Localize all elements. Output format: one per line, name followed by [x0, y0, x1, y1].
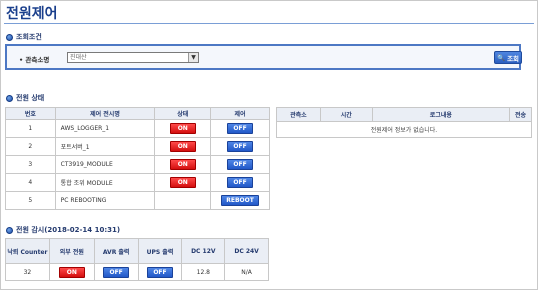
control-cell: OFF [210, 119, 270, 138]
empty-log-message: 전원제어 정보가 없습니다. [276, 121, 532, 138]
column-header-transmit: 전송 [509, 107, 532, 122]
row-number: 1 [5, 119, 56, 138]
device-name: PC REBOOTING [54, 191, 156, 210]
page-title: 전원제어 [6, 6, 58, 22]
station-select-value: 진대산 [70, 54, 87, 61]
bullet-icon [6, 226, 13, 234]
column-header-ups-output: UPS 출력 [137, 238, 183, 264]
search-section-title: 조회조건 [16, 33, 42, 41]
table-row: 1 AWS_LOGGER_1 ON OFF [5, 119, 270, 138]
table-row: 5 PC REBOOTING REBOOT [5, 191, 270, 210]
state-on-badge: ON [169, 123, 196, 134]
dc24v-value: N/A [224, 263, 269, 281]
power-monitor-section-header: 전원 감시(2018-02-14 10:31) [6, 225, 120, 235]
state-cell: ON [154, 119, 212, 138]
title-divider [4, 23, 534, 24]
control-cell: REBOOT [210, 191, 270, 210]
power-off-button[interactable]: OFF [227, 123, 254, 134]
ups-off-badge: OFF [146, 266, 173, 278]
ups-output-cell: OFF [137, 263, 183, 281]
table-row: 전원제어 정보가 없습니다. [276, 121, 532, 138]
device-name: CT3919_MODULE [54, 155, 156, 174]
search-icon: 🔍 [496, 53, 506, 62]
lightning-counter-value: 32 [5, 263, 50, 281]
row-number: 3 [5, 155, 56, 174]
control-cell: OFF [210, 137, 270, 156]
table-row: 3 CT3919_MODULE ON OFF [5, 155, 270, 174]
table-row: 4 통합 조위 MODULE ON OFF [5, 173, 270, 192]
device-name: 포트서버_1 [54, 137, 156, 156]
chevron-down-icon[interactable]: ▼ [188, 53, 198, 62]
column-header-number: 번호 [5, 107, 56, 120]
power-status-section-header: 전원 상태 [6, 93, 44, 103]
state-on-badge: ON [169, 177, 196, 188]
row-number: 2 [5, 137, 56, 156]
bullet-icon [6, 33, 13, 41]
table-header-row: 번호 제어 전시명 상태 제어 [5, 107, 270, 120]
power-monitor-table: 낙뢰 Counter 외부 전원 AVR 출력 UPS 출력 DC 12V DC… [5, 238, 269, 281]
search-section-header: 조회조건 [6, 32, 42, 42]
device-name: AWS_LOGGER_1 [54, 119, 156, 138]
external-power-cell: ON [48, 263, 95, 281]
search-button-label: 조회 [507, 54, 520, 63]
station-select[interactable]: 진대산 ▼ [67, 52, 199, 63]
column-header-log-content: 로그내용 [371, 107, 511, 122]
row-number: 5 [5, 191, 56, 210]
external-power-on-badge: ON [58, 266, 85, 278]
column-header-dc24v: DC 24V [224, 238, 269, 264]
state-cell: ON [154, 155, 212, 174]
power-status-section-title: 전원 상태 [16, 94, 45, 102]
column-header-lightning-counter: 낙뢰 Counter [5, 238, 50, 264]
table-row: 2 포트서버_1 ON OFF [5, 137, 270, 156]
table-row: 32 ON OFF OFF 12.8 N/A [5, 263, 269, 281]
table-header-row: 낙뢰 Counter 외부 전원 AVR 출력 UPS 출력 DC 12V DC… [5, 238, 269, 264]
column-header-time: 시간 [319, 107, 373, 122]
power-off-button[interactable]: OFF [227, 159, 254, 170]
column-header-station: 관측소 [276, 107, 321, 122]
search-box: • 관측소명 진대산 ▼ 🔍 조회 [5, 44, 522, 70]
table-header-row: 관측소 시간 로그내용 전송 [276, 107, 532, 122]
column-header-control: 제어 [210, 107, 270, 120]
bullet-icon [6, 94, 13, 102]
control-cell: OFF [210, 173, 270, 192]
column-header-dc12v: DC 12V [181, 238, 226, 264]
state-cell [154, 191, 212, 210]
column-header-device: 제어 전시명 [54, 107, 156, 120]
avr-off-badge: OFF [103, 266, 130, 278]
power-monitor-section-title: 전원 감시(2018-02-14 10:31) [16, 226, 121, 234]
column-header-external-power: 외부 전원 [48, 238, 95, 264]
device-name: 통합 조위 MODULE [54, 173, 156, 192]
dc12v-value: 12.8 [181, 263, 226, 281]
reboot-button[interactable]: REBOOT [221, 195, 260, 206]
power-off-button[interactable]: OFF [227, 177, 254, 188]
control-cell: OFF [210, 155, 270, 174]
power-status-table: 번호 제어 전시명 상태 제어 1 AWS_LOGGER_1 ON OFF 2 … [5, 107, 270, 210]
row-number: 4 [5, 173, 56, 192]
power-off-button[interactable]: OFF [227, 141, 254, 152]
column-header-state: 상태 [154, 107, 212, 120]
column-header-avr-output: AVR 출력 [93, 238, 139, 264]
station-label: • 관측소명 [19, 56, 50, 64]
power-log-table: 관측소 시간 로그내용 전송 전원제어 정보가 없습니다. [276, 107, 532, 138]
state-on-badge: ON [169, 159, 196, 170]
state-cell: ON [154, 173, 212, 192]
avr-output-cell: OFF [93, 263, 139, 281]
state-cell: ON [154, 137, 212, 156]
state-on-badge: ON [169, 141, 196, 152]
search-button[interactable]: 🔍 조회 [494, 51, 522, 64]
